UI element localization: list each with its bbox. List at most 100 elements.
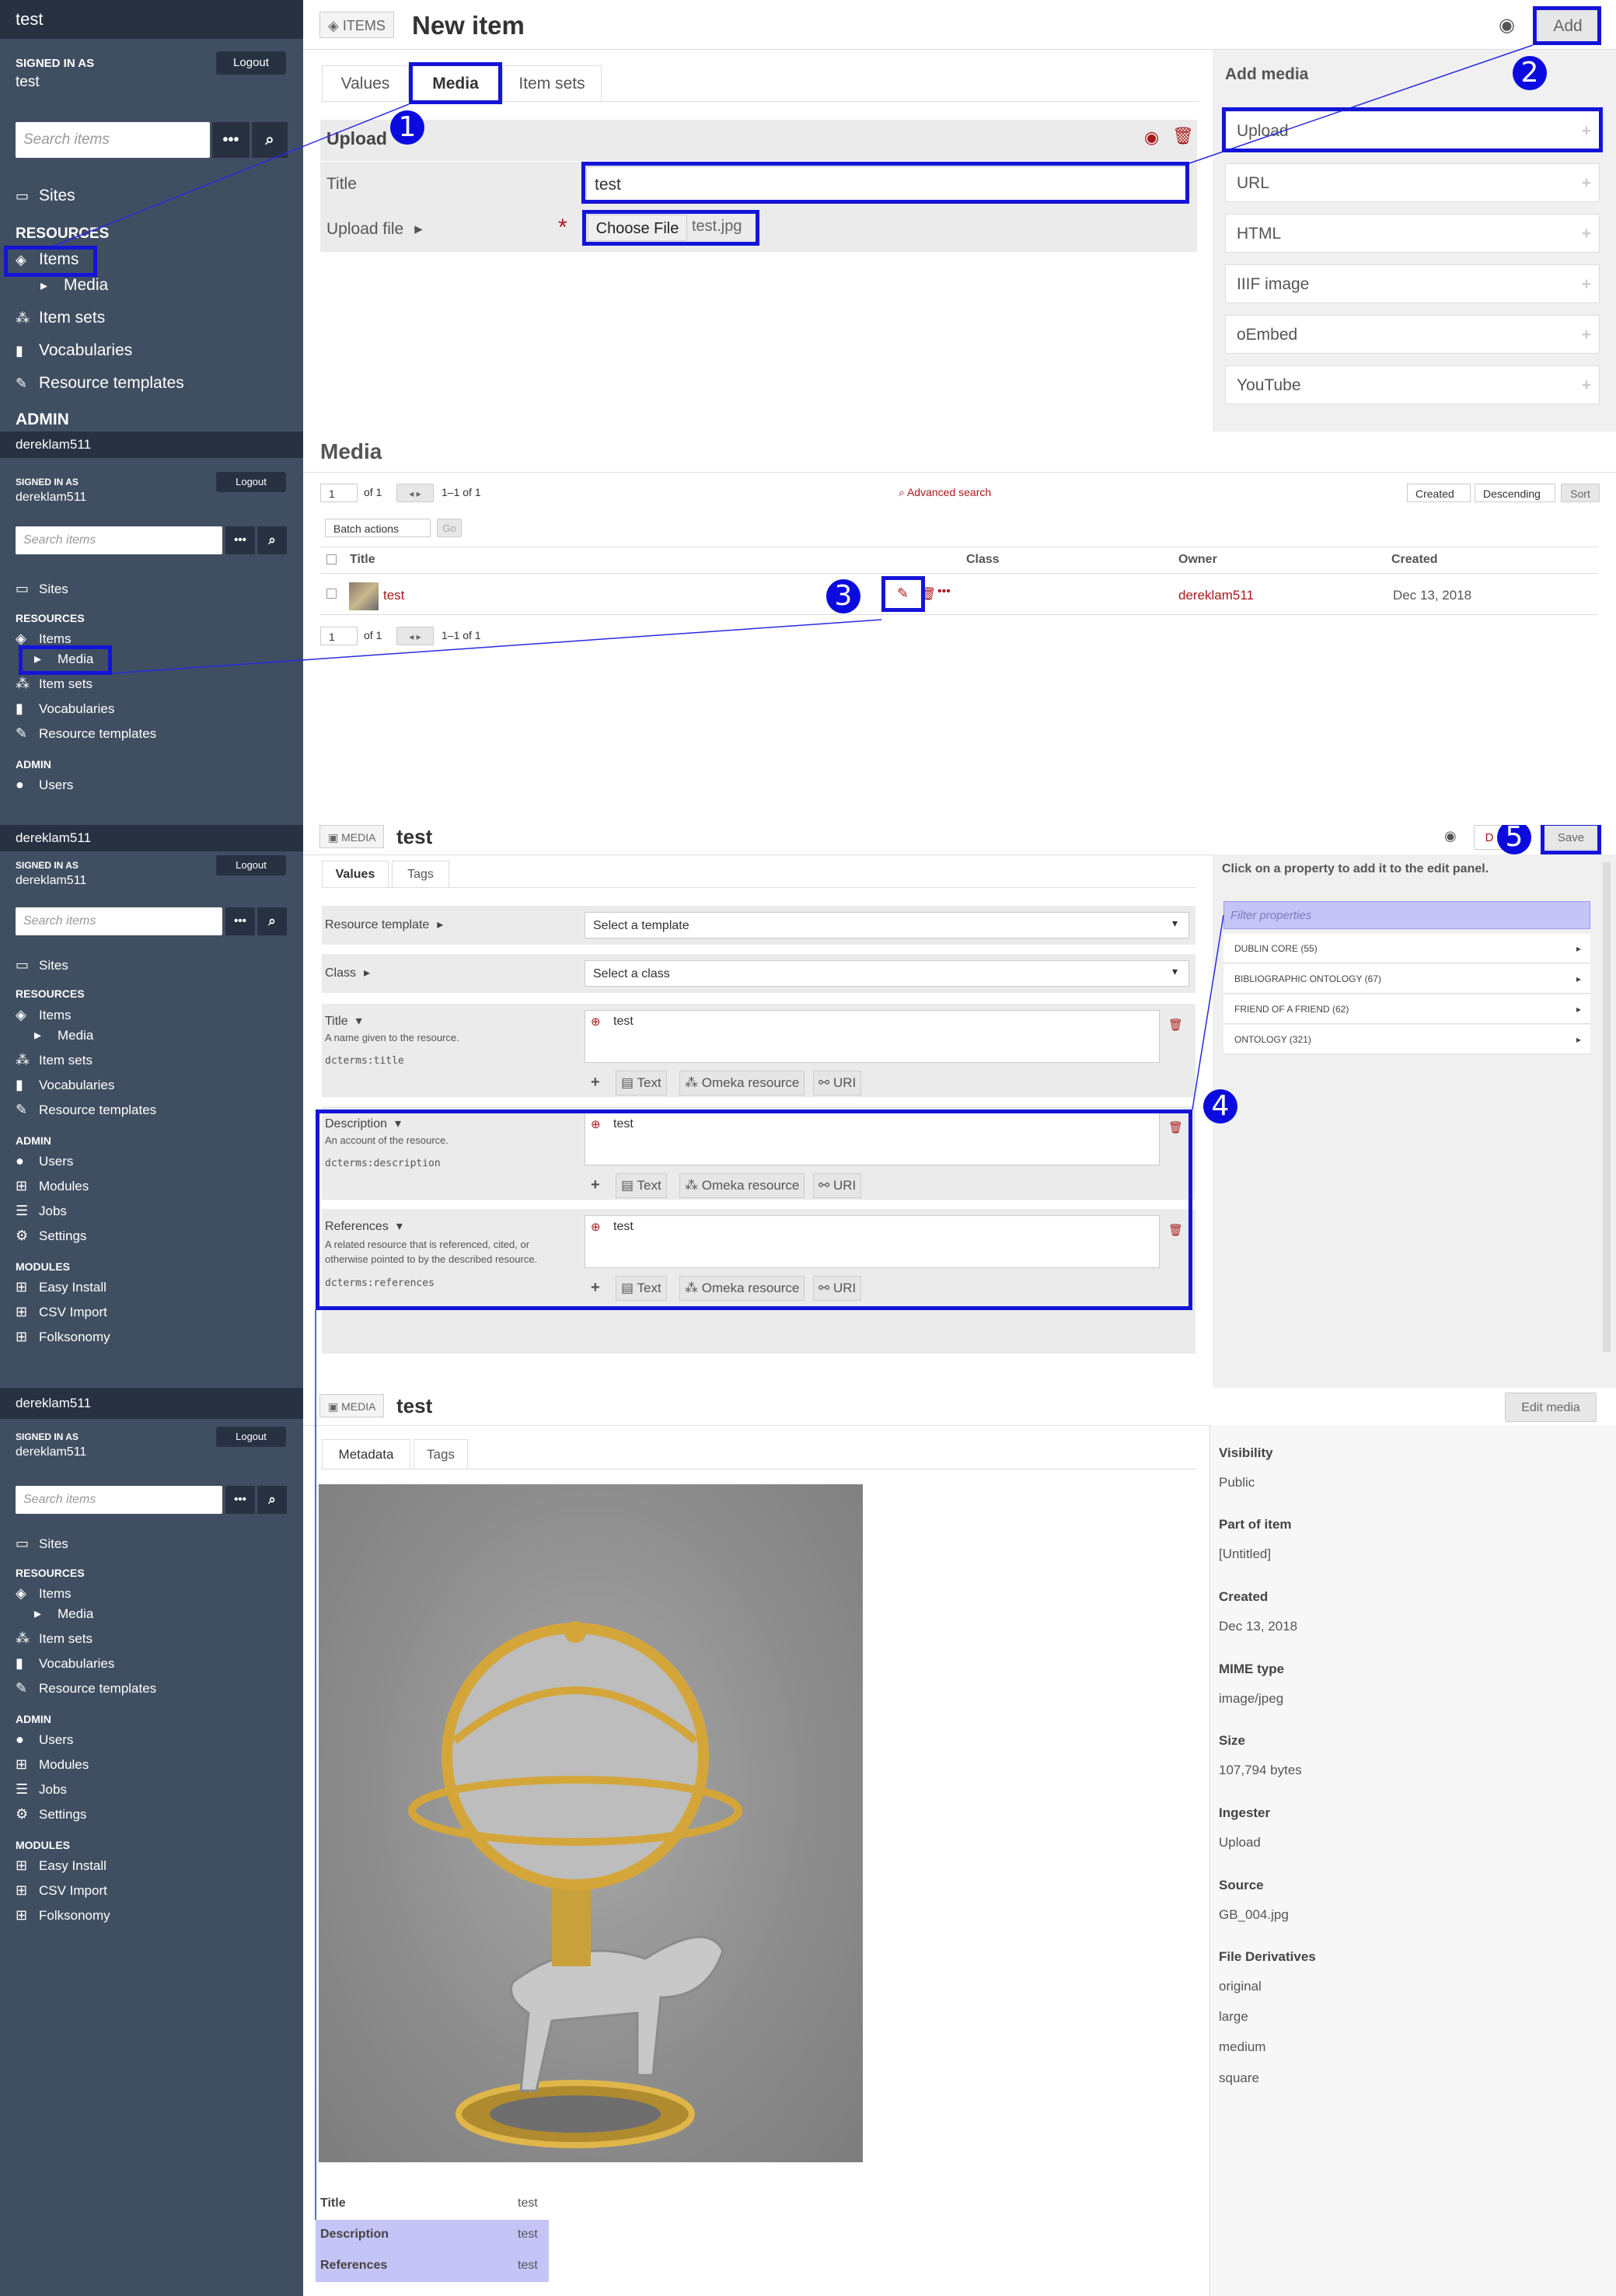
column-owner[interactable]: Owner (1178, 553, 1217, 567)
sidebar-item-sites[interactable]: ▭ Sites (16, 957, 68, 973)
sort-button[interactable]: Sort (1561, 484, 1600, 502)
derivative-original-link[interactable]: original (1219, 1979, 1262, 1994)
sidebar-item-resource-templates[interactable]: ✎ Resource templates (16, 725, 156, 742)
derivative-square-link[interactable]: square (1219, 2071, 1259, 2086)
sort-field-select[interactable]: Created (1407, 484, 1471, 502)
signed-in-user[interactable]: test (16, 74, 40, 91)
add-media-iiif[interactable]: IIIF image + (1225, 264, 1600, 303)
media-image[interactable] (319, 1484, 863, 2162)
go-button[interactable]: Go (437, 519, 462, 537)
sidebar-item-vocabularies[interactable]: ▮ Vocabularies (16, 1655, 114, 1672)
sidebar-item-folksonomy[interactable]: ⊞ Folksonomy (16, 1329, 110, 1345)
scrollbar[interactable] (1603, 862, 1611, 1352)
eye-icon[interactable]: ◉ (1499, 14, 1515, 37)
filter-properties-input[interactable]: Filter properties (1223, 901, 1590, 929)
search-icon[interactable]: ⌕ (257, 526, 287, 554)
row-owner-link[interactable]: dereklam511 (1178, 588, 1254, 603)
derivative-medium-link[interactable]: medium (1219, 2039, 1265, 2055)
sidebar-item-easy-install[interactable]: ⊞ Easy Install (16, 1279, 106, 1295)
page-input[interactable]: 1 (320, 484, 358, 502)
pagination-buttons-bottom[interactable]: ◂ ▸ (396, 627, 434, 645)
sidebar-item-sites[interactable]: ▭ Sites (16, 1536, 68, 1552)
sidebar-item-resource-templates[interactable]: ✎ Resource templates (16, 374, 184, 393)
signed-in-user[interactable]: dereklam511 (16, 491, 86, 505)
page-input-bottom[interactable]: 1 (320, 627, 358, 645)
edit-media-button[interactable]: Edit media (1505, 1393, 1597, 1422)
sidebar-item-csv-import[interactable]: ⊞ CSV Import (16, 1304, 107, 1320)
sidebar-item-resource-templates[interactable]: ✎ Resource templates (16, 1680, 156, 1697)
sidebar-user-bar[interactable]: dereklam511 (0, 1388, 303, 1419)
sidebar-item-item-sets[interactable]: ⁂ Item sets (16, 1052, 92, 1068)
column-class[interactable]: Class (966, 553, 1000, 567)
search-input[interactable]: Search items (16, 526, 222, 554)
search-icon[interactable]: ⌕ (252, 122, 288, 158)
sidebar-user-bar[interactable]: dereklam511 (0, 825, 303, 851)
column-title[interactable]: Title (350, 553, 375, 567)
sidebar-item-jobs[interactable]: ☰ Jobs (16, 1781, 67, 1798)
row-checkbox[interactable] (326, 589, 337, 599)
vocab-dublin-core[interactable]: DUBLIN CORE (55) ▸ (1223, 934, 1590, 963)
more-search-button[interactable]: ••• (225, 1486, 255, 1514)
logout-button[interactable]: Logout (216, 855, 286, 875)
derivative-large-link[interactable]: large (1219, 2009, 1248, 2025)
search-input[interactable]: Search items (16, 122, 210, 158)
tab-item-sets[interactable]: Item sets (502, 65, 602, 101)
more-icon[interactable]: ••• (937, 585, 951, 599)
sidebar-item-resource-templates[interactable]: ✎ Resource templates (16, 1102, 156, 1118)
add-media-youtube[interactable]: YouTube + (1225, 365, 1600, 404)
sidebar-item-settings[interactable]: ⚙ Settings (16, 1806, 86, 1822)
row-thumbnail[interactable] (349, 582, 379, 610)
sidebar-item-item-sets[interactable]: ⁂ Item sets (16, 676, 92, 692)
logout-button[interactable]: Logout (216, 472, 286, 492)
sidebar-item-csv-import[interactable]: ⊞ CSV Import (16, 1882, 107, 1899)
globe-icon[interactable]: ⊕ (591, 1015, 601, 1029)
sidebar-item-modules[interactable]: ⊞ Modules (16, 1756, 89, 1773)
add-uri-button[interactable]: ⚯ URI (813, 1071, 862, 1096)
sidebar-user-bar[interactable]: dereklam511 (0, 432, 303, 458)
signed-in-user[interactable]: dereklam511 (16, 874, 86, 888)
row-title-link[interactable]: test (383, 588, 404, 603)
add-omeka-resource-button[interactable]: ⁂ Omeka resource (679, 1071, 805, 1096)
vocab-foaf[interactable]: FRIEND OF A FRIEND (62) ▸ (1223, 994, 1590, 1024)
plus-icon[interactable]: + (591, 1074, 600, 1092)
site-name[interactable]: test (0, 0, 303, 39)
vocab-ontology[interactable]: ONTOLOGY (321) ▸ (1223, 1025, 1590, 1054)
logout-button[interactable]: Logout (216, 51, 286, 75)
sidebar-item-easy-install[interactable]: ⊞ Easy Install (16, 1857, 106, 1874)
sidebar-item-vocabularies[interactable]: ▮ Vocabularies (16, 701, 114, 717)
sidebar-item-items[interactable]: ◈ Items (16, 631, 72, 647)
sidebar-item-items[interactable]: ◈ Items (16, 1585, 72, 1602)
sidebar-item-vocabularies[interactable]: ▮ Vocabularies (16, 341, 132, 360)
sidebar-item-media[interactable]: ▸ Media (34, 1606, 93, 1622)
trash-icon[interactable]: 🗑 (1172, 126, 1194, 146)
trash-icon[interactable]: 🗑 (1168, 1018, 1183, 1032)
sidebar-item-item-sets[interactable]: ⁂ Item sets (16, 309, 105, 327)
add-media-url[interactable]: URL + (1225, 163, 1600, 202)
sidebar-item-media[interactable]: ▸ Media (40, 276, 108, 295)
resource-template-select[interactable]: Select a template (585, 912, 1189, 938)
eye-icon[interactable]: ◉ (1144, 128, 1159, 148)
sidebar-item-item-sets[interactable]: ⁂ Item sets (16, 1630, 92, 1647)
more-search-button[interactable]: ••• (212, 122, 250, 158)
vocab-bibo[interactable]: BIBLIOGRAPHIC ONTOLOGY (67) ▸ (1223, 964, 1590, 994)
pagination-buttons[interactable]: ◂ ▸ (396, 484, 434, 502)
add-media-oembed[interactable]: oEmbed + (1225, 315, 1600, 354)
batch-actions-select[interactable]: Batch actions (325, 519, 431, 537)
column-created[interactable]: Created (1391, 553, 1438, 567)
sidebar-item-users[interactable]: ● Users (16, 1732, 73, 1748)
sidebar-item-users[interactable]: ● Users (16, 1153, 73, 1169)
signed-in-user[interactable]: dereklam511 (16, 1445, 86, 1459)
class-select[interactable]: Select a class (585, 960, 1189, 987)
search-input[interactable]: Search items (16, 907, 222, 935)
sidebar-item-media[interactable]: ▸ Media (34, 1027, 93, 1043)
title-value-input[interactable]: test (585, 1010, 1160, 1063)
search-icon[interactable]: ⌕ (257, 907, 287, 935)
search-icon[interactable]: ⌕ (257, 1486, 287, 1514)
sort-order-select[interactable]: Descending (1475, 484, 1555, 502)
tab-metadata[interactable]: Metadata (322, 1439, 410, 1469)
sidebar-item-items[interactable]: ◈ Items (16, 1007, 72, 1023)
add-media-html[interactable]: HTML + (1225, 214, 1600, 253)
sidebar-item-sites[interactable]: ▭ Sites (16, 581, 68, 597)
advanced-search-link[interactable]: ⌕ Advanced search (899, 486, 991, 499)
more-search-button[interactable]: ••• (225, 526, 255, 554)
